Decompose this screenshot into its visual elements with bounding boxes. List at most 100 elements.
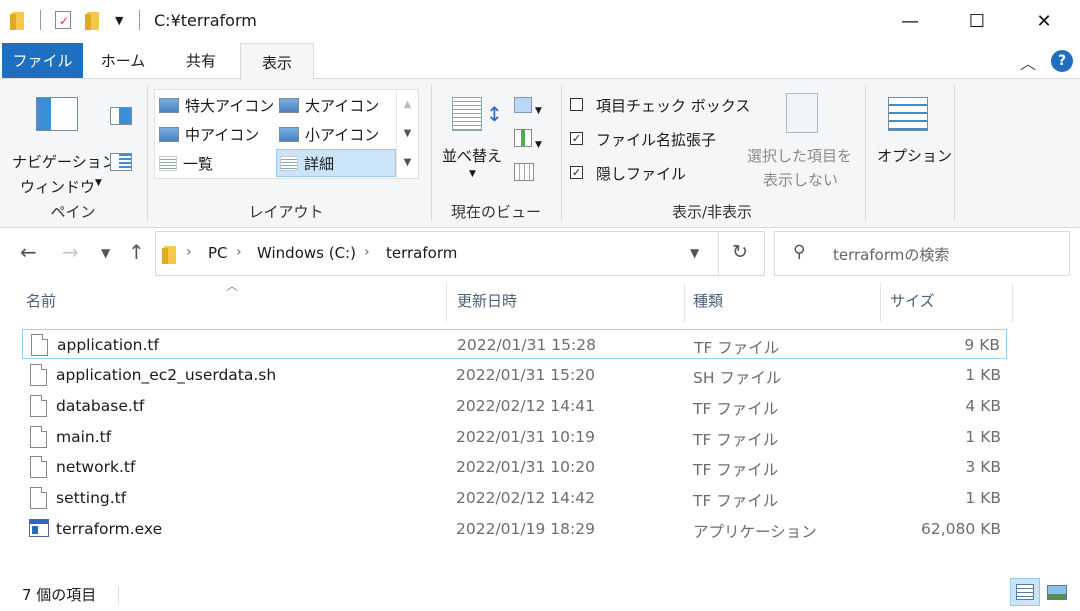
breadcrumb-folder[interactable]: terraform xyxy=(386,244,457,262)
hide-selected-button[interactable]: 選択した項目を 表示しない xyxy=(744,89,862,189)
layout-item-label: 特大アイコン xyxy=(185,96,275,115)
column-separator[interactable] xyxy=(880,282,881,322)
search-box[interactable]: ⚲ terraformの検索 xyxy=(774,231,1070,276)
table-row[interactable]: setting.tf 2022/02/12 14:42 TF ファイル 1 KB xyxy=(22,483,1007,513)
maximize-button[interactable]: ☐ xyxy=(943,0,1011,42)
up-button[interactable]: ↑ xyxy=(128,240,145,264)
layout-item-label: 中アイコン xyxy=(185,125,260,144)
column-separator[interactable] xyxy=(1012,282,1013,322)
hide-selected-label-1: 選択した項目を xyxy=(747,147,853,165)
column-header-name[interactable]: 名前 xyxy=(26,290,56,318)
document-icon xyxy=(31,334,48,356)
refresh-icon[interactable]: ↻ xyxy=(732,241,748,263)
forward-button[interactable]: → xyxy=(62,240,79,264)
breadcrumb-separator-icon[interactable]: › xyxy=(186,244,192,260)
file-size: 62,080 KB xyxy=(921,520,1001,538)
navigation-pane-button[interactable]: ナビゲーション ウィンドウ ▼ xyxy=(12,89,117,196)
breadcrumb-separator-icon[interactable]: › xyxy=(236,244,242,260)
layout-list[interactable]: 一覧 xyxy=(159,149,277,177)
navigation-pane-icon xyxy=(36,97,78,131)
group-separator xyxy=(561,85,562,221)
recent-locations-chevron-icon[interactable]: ▼ xyxy=(101,246,110,260)
item-checkboxes-toggle[interactable]: 項目チェック ボックス xyxy=(570,93,750,117)
table-row[interactable]: application.tf 2022/01/31 15:28 TF ファイル … xyxy=(22,329,1007,359)
hidden-items-checkbox[interactable]: ✓ xyxy=(570,166,583,179)
add-columns-button[interactable]: ▼ xyxy=(514,129,548,150)
tab-file[interactable]: ファイル xyxy=(2,43,83,78)
properties-icon[interactable]: ✓ xyxy=(55,11,71,29)
medium-icons-icon xyxy=(159,126,179,142)
file-extensions-toggle[interactable]: ✓ ファイル名拡張子 xyxy=(570,127,740,151)
status-divider xyxy=(118,586,119,604)
hidden-items-toggle[interactable]: ✓ 隠しファイル xyxy=(570,161,740,185)
layout-item-label: 大アイコン xyxy=(305,96,380,115)
breadcrumb-pc[interactable]: PC xyxy=(208,244,228,262)
column-separator[interactable] xyxy=(684,282,685,322)
table-row[interactable]: terraform.exe 2022/01/19 18:29 アプリケーション … xyxy=(22,514,1007,544)
column-header-type[interactable]: 種類 xyxy=(693,290,723,318)
scroll-up-icon[interactable]: ▲ xyxy=(397,90,418,119)
column-header-date[interactable]: 更新日時 xyxy=(457,290,517,318)
file-size: 1 KB xyxy=(965,489,1001,507)
table-row[interactable]: network.tf 2022/01/31 10:20 TF ファイル 3 KB xyxy=(22,452,1007,482)
layout-gallery-scroll[interactable]: ▲ ▼ ▼ xyxy=(396,90,418,178)
help-icon[interactable]: ? xyxy=(1051,50,1073,72)
quick-access-toolbar: ✓ ▼ xyxy=(10,10,141,30)
table-row[interactable]: application_ec2_userdata.sh 2022/01/31 1… xyxy=(22,360,1007,390)
window-title: C:¥terraform xyxy=(154,11,257,30)
file-name: application_ec2_userdata.sh xyxy=(56,366,277,384)
document-icon xyxy=(30,487,47,509)
details-pane-icon[interactable] xyxy=(110,153,132,171)
application-icon xyxy=(29,519,49,537)
table-row[interactable]: main.tf 2022/01/31 10:19 TF ファイル 1 KB xyxy=(22,422,1007,452)
tab-view[interactable]: 表示 xyxy=(240,43,314,80)
size-columns-icon[interactable] xyxy=(514,163,534,181)
file-type: TF ファイル xyxy=(693,431,779,449)
new-folder-icon[interactable] xyxy=(85,10,101,30)
tab-home[interactable]: ホーム xyxy=(84,43,162,78)
preview-pane-icon[interactable] xyxy=(110,107,132,125)
item-checkboxes-checkbox[interactable] xyxy=(570,98,583,111)
back-button[interactable]: ← xyxy=(20,240,37,264)
address-bar[interactable]: › PC › Windows (C:) › terraform ▼ ↻ xyxy=(155,231,765,276)
layout-extra-large-icons[interactable]: 特大アイコン xyxy=(159,91,277,119)
tab-share[interactable]: 共有 xyxy=(162,43,240,78)
file-type: アプリケーション xyxy=(693,523,817,541)
customize-toolbar-icon[interactable]: ▼ xyxy=(115,14,123,27)
group-by-button[interactable]: ▼ xyxy=(514,97,548,116)
column-separator[interactable] xyxy=(446,282,447,322)
details-icon xyxy=(280,155,298,171)
file-type: TF ファイル xyxy=(693,492,779,510)
column-header-size[interactable]: サイズ xyxy=(890,290,935,318)
options-button[interactable]: オプション xyxy=(874,91,952,181)
hide-selected-label-2: 表示しない xyxy=(763,171,839,189)
layout-medium-icons[interactable]: 中アイコン xyxy=(159,120,277,148)
large-icons-view-button[interactable] xyxy=(1042,578,1072,606)
group-label-layout: レイアウト xyxy=(248,203,324,221)
details-view-button[interactable] xyxy=(1010,578,1040,606)
options-icon xyxy=(888,97,928,131)
sort-ascending-icon: ︿ xyxy=(226,279,239,293)
layout-small-icons[interactable]: 小アイコン xyxy=(279,120,397,148)
breadcrumb-drive[interactable]: Windows (C:) xyxy=(257,244,356,262)
minimize-button[interactable]: — xyxy=(876,0,944,42)
collapse-ribbon-icon[interactable]: ︿ xyxy=(1020,50,1036,74)
layout-item-label: 詳細 xyxy=(304,154,335,173)
address-history-chevron-icon[interactable]: ▼ xyxy=(690,246,699,260)
group-separator xyxy=(865,85,866,221)
sort-by-button[interactable]: ↕ 並べ替え ▼ xyxy=(440,91,506,191)
file-date: 2022/01/31 10:19 xyxy=(456,428,595,446)
file-extensions-checkbox[interactable]: ✓ xyxy=(570,132,583,145)
document-icon xyxy=(30,364,47,386)
layout-large-icons[interactable]: 大アイコン xyxy=(279,91,397,119)
table-row[interactable]: database.tf 2022/02/12 14:41 TF ファイル 4 K… xyxy=(22,391,1007,421)
layout-details[interactable]: 詳細 xyxy=(276,149,396,177)
layout-item-label: 小アイコン xyxy=(305,125,380,144)
group-separator xyxy=(147,85,148,221)
close-button[interactable]: ✕ xyxy=(1010,0,1078,42)
folder-icon[interactable] xyxy=(10,10,26,30)
file-name: main.tf xyxy=(56,428,112,446)
scroll-down-icon[interactable]: ▼ xyxy=(397,119,418,148)
breadcrumb-separator-icon[interactable]: › xyxy=(364,244,370,260)
expand-gallery-icon[interactable]: ▼ xyxy=(397,148,418,177)
